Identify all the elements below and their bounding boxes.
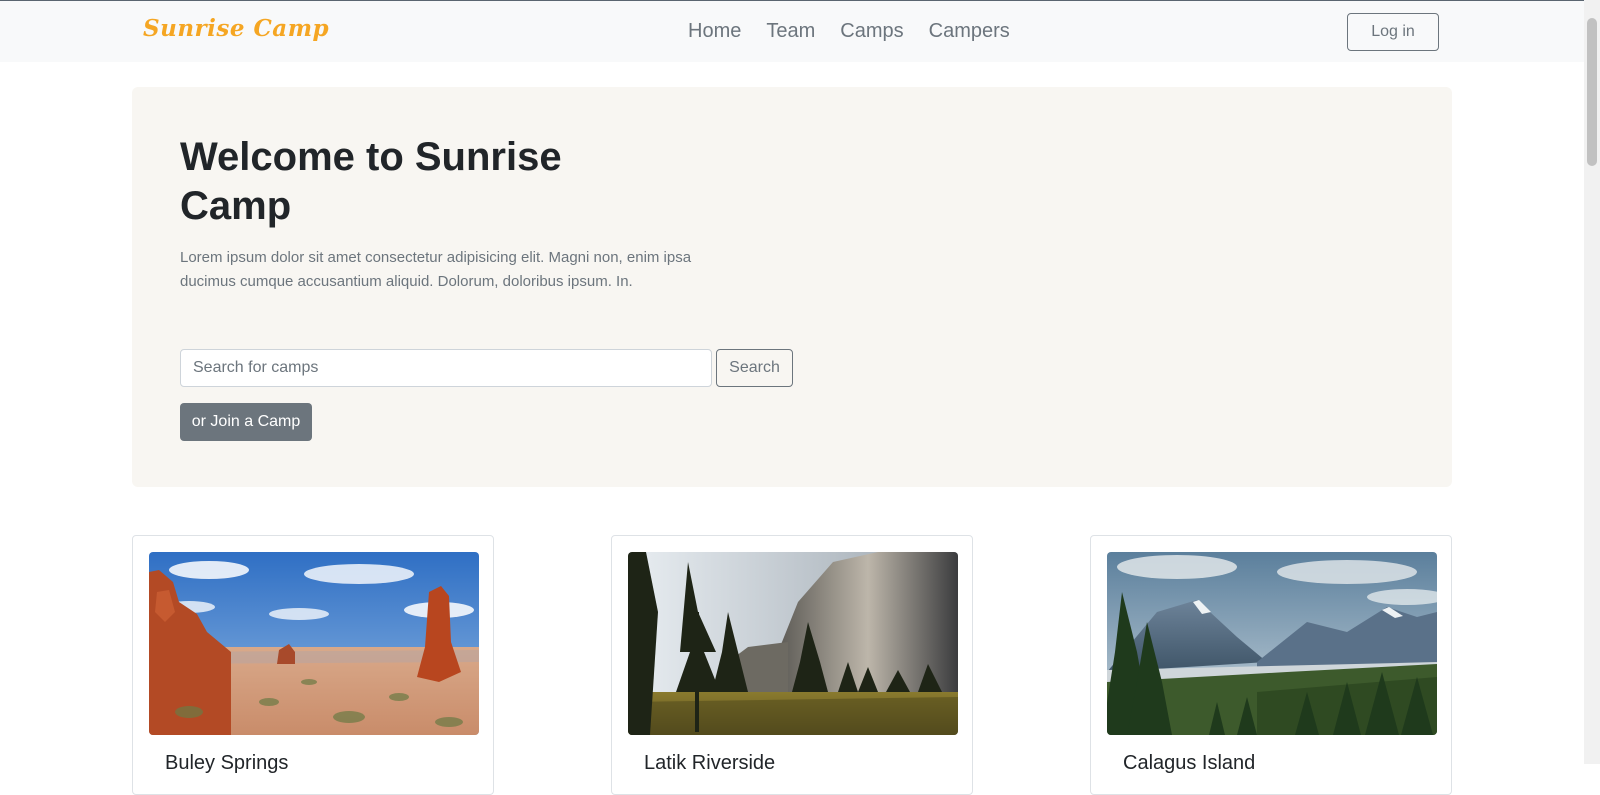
navbar: Sunrise Camp Home Team Camps Campers Log… — [0, 1, 1584, 62]
nav-link-team[interactable]: Team — [766, 20, 815, 43]
nav-link-campers[interactable]: Campers — [929, 20, 1010, 43]
brand-logo[interactable]: Sunrise Camp — [143, 15, 329, 42]
vertical-scrollbar[interactable] — [1584, 0, 1600, 764]
camp-search-input[interactable] — [180, 349, 712, 387]
nav-links: Home Team Camps Campers — [688, 20, 1035, 43]
camp-card[interactable]: Calagus Island — [1090, 535, 1452, 795]
join-camp-button[interactable]: or Join a Camp — [180, 403, 312, 441]
login-button[interactable]: Log in — [1347, 13, 1439, 51]
camp-card[interactable]: Latik Riverside — [611, 535, 973, 795]
mountain-valley-lake-photo[interactable] — [1107, 552, 1437, 735]
search-button[interactable]: Search — [716, 349, 793, 387]
desert-arches-photo[interactable] — [149, 552, 479, 735]
camp-card[interactable]: Buley Springs — [132, 535, 494, 795]
nav-link-home[interactable]: Home — [688, 20, 741, 43]
nav-link-camps[interactable]: Camps — [840, 20, 903, 43]
hero-title: Welcome to Sunrise Camp — [180, 135, 562, 228]
hero-description: Lorem ipsum dolor sit amet consectetur a… — [180, 249, 692, 290]
scrollbar-thumb[interactable] — [1587, 18, 1597, 166]
hero-section: Welcome to Sunrise Camp Lorem ipsum dolo… — [132, 87, 1452, 487]
granite-cliff-forest-photo[interactable] — [628, 552, 958, 735]
